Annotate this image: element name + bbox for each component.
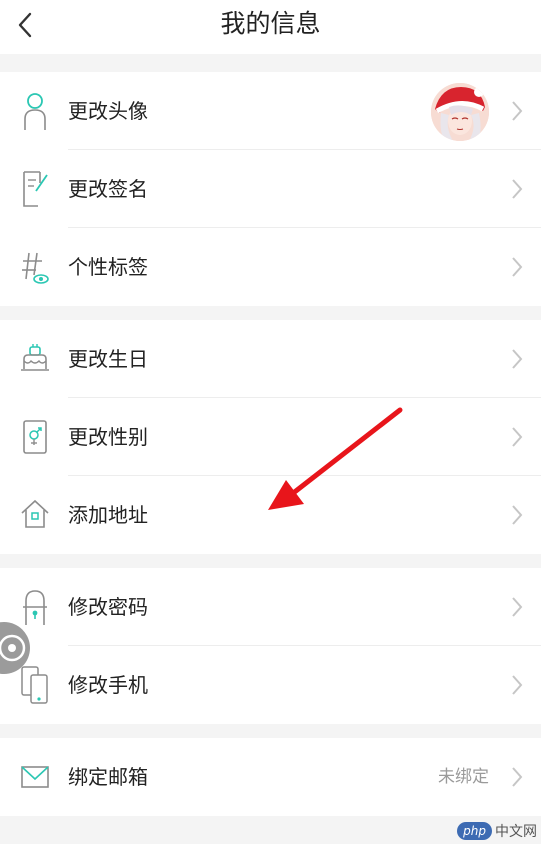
email-status-value: 未绑定 [438, 767, 489, 787]
settings-group-email: 绑定邮箱 未绑定 [0, 738, 541, 816]
mail-icon [21, 766, 49, 788]
menu-item-label: 绑定邮箱 [68, 765, 148, 789]
avatar[interactable] [431, 83, 489, 141]
chevron-right-icon [512, 257, 523, 277]
chevron-right-icon [512, 101, 523, 121]
gender-icon [23, 420, 47, 454]
top-bar: 我的信息 [0, 0, 541, 54]
chevron-right-icon [512, 427, 523, 447]
settings-group-security: 修改密码 修改手机 [0, 568, 541, 724]
lock-icon [23, 590, 47, 625]
chevron-right-icon [512, 505, 523, 525]
watermark-logo: php [457, 822, 492, 840]
chevron-right-icon [512, 675, 523, 695]
shutter-icon [0, 634, 26, 662]
chevron-right-icon [512, 767, 523, 787]
menu-item-label: 修改密码 [68, 595, 148, 619]
menu-item-label: 修改手机 [68, 673, 148, 697]
chevron-right-icon [512, 179, 523, 199]
menu-item-label: 更改签名 [68, 177, 148, 201]
house-icon [21, 499, 49, 528]
cake-icon [21, 344, 49, 371]
menu-item-label: 更改头像 [68, 99, 148, 123]
watermark: php 中文网 [457, 820, 537, 842]
tag-icon [22, 252, 49, 284]
menu-item-personal-tags[interactable]: 个性标签 [0, 228, 541, 306]
watermark-text: 中文网 [495, 824, 537, 840]
menu-item-label: 个性标签 [68, 255, 148, 279]
signature-icon [23, 171, 48, 207]
floating-assist-button[interactable] [0, 622, 30, 674]
menu-item-label: 更改性别 [68, 425, 148, 449]
annotation-arrow [268, 407, 403, 510]
person-icon [24, 93, 46, 130]
menu-item-change-birthday[interactable]: 更改生日 [0, 320, 541, 398]
menu-item-change-signature[interactable]: 更改签名 [0, 150, 541, 228]
menu-item-change-phone[interactable]: 修改手机 [0, 646, 541, 724]
menu-item-label: 添加地址 [68, 503, 148, 527]
chevron-right-icon [512, 597, 523, 617]
avatar-image [431, 83, 489, 141]
page-title: 我的信息 [220, 9, 321, 38]
menu-item-change-password[interactable]: 修改密码 [0, 568, 541, 646]
chevron-right-icon [512, 349, 523, 369]
menu-item-label: 更改生日 [68, 347, 148, 371]
menu-item-bind-email[interactable]: 绑定邮箱 未绑定 [0, 738, 541, 816]
